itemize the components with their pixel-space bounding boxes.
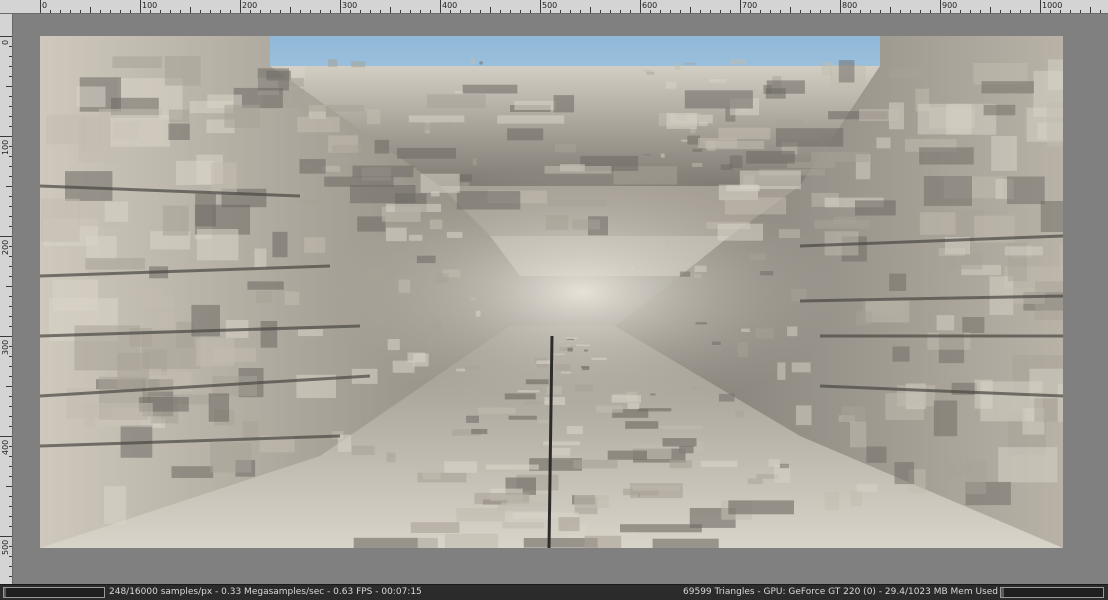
ruler-left-label: 200 bbox=[1, 239, 10, 255]
ruler-top-label: 700 bbox=[742, 1, 758, 10]
ruler-left-label: 0 bbox=[1, 39, 10, 45]
ruler-top-label: 900 bbox=[942, 1, 958, 10]
ruler-top-label: 300 bbox=[342, 1, 358, 10]
render-viewport[interactable] bbox=[40, 36, 1063, 548]
render-window: 0 100 200 300 400 500 600 700 800 900 1000 0 100 200… bbox=[0, 0, 1108, 600]
ruler-top-label: 600 bbox=[642, 1, 658, 10]
ruler-left-label: 100 bbox=[1, 139, 10, 155]
ruler-top-label: 1000 bbox=[1042, 1, 1063, 10]
ruler-top-label: 200 bbox=[242, 1, 258, 10]
ruler-left-label: 500 bbox=[1, 539, 10, 555]
horizontal-ruler[interactable]: 0 100 200 300 400 500 600 700 800 900 1000 bbox=[0, 0, 1108, 14]
rendered-image bbox=[40, 36, 1063, 548]
status-bar: 248/16000 samples/px - 0.33 Megasamples/… bbox=[0, 584, 1108, 600]
ruler-top-label: 400 bbox=[442, 1, 458, 10]
ruler-left-label: 300 bbox=[1, 339, 10, 355]
samples-progress-bar bbox=[3, 587, 105, 598]
ruler-top-label: 800 bbox=[842, 1, 858, 10]
render-stats-text: 248/16000 samples/px - 0.33 Megasamples/… bbox=[109, 587, 422, 597]
ruler-top-label: 100 bbox=[142, 1, 158, 10]
ruler-top-label: 500 bbox=[542, 1, 558, 10]
ruler-left-label: 400 bbox=[1, 439, 10, 455]
vertical-ruler[interactable]: 0 100 200 300 400 500 bbox=[0, 14, 13, 584]
ruler-top-label: 0 bbox=[42, 1, 48, 10]
scene-stats-text: 69599 Triangles - GPU: GeForce GT 220 (0… bbox=[683, 587, 998, 597]
memory-progress-bar bbox=[1000, 587, 1104, 598]
